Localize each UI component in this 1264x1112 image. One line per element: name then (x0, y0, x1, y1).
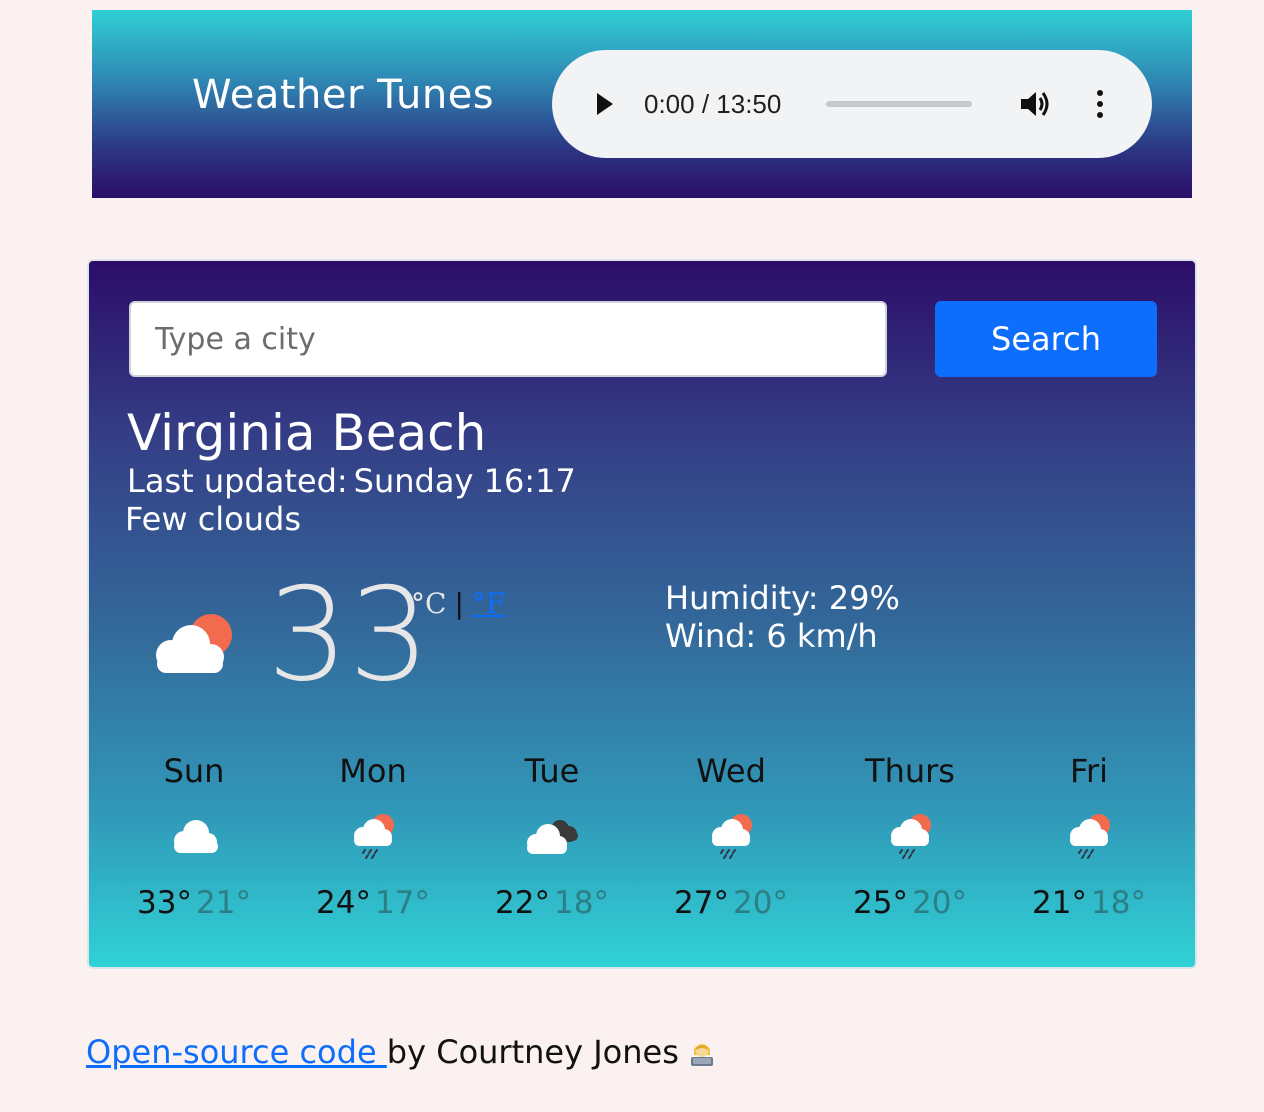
forecast-max: 25° (853, 885, 908, 921)
audio-progress-bar[interactable] (826, 101, 972, 107)
volume-icon[interactable] (1018, 88, 1054, 120)
weather-description: Few clouds (125, 500, 302, 538)
app-title: Weather Tunes (192, 72, 495, 118)
forecast-min: 20° (733, 885, 788, 921)
forecast-day: Tue 22° 18° (462, 751, 642, 923)
rain-sun-icon (1057, 811, 1121, 861)
forecast-max: 33° (137, 885, 192, 921)
last-updated-value: Sunday 16:17 (353, 462, 576, 500)
few-clouds-icon (147, 611, 241, 677)
rain-sun-icon (341, 811, 405, 861)
footer: Open-source code by Courtney Jones (86, 1032, 717, 1072)
forecast-temps: 27° 20° (641, 883, 821, 923)
weather-card: Search Virginia Beach Last updated:Sunda… (87, 259, 1197, 969)
forecast-min: 18° (1091, 885, 1146, 921)
forecast-day-name: Sun (163, 752, 225, 790)
city-name: Virginia Beach (127, 404, 487, 462)
forecast-day: Thurs 25° 20° (820, 751, 1000, 923)
search-button[interactable]: Search (935, 301, 1157, 377)
audio-player[interactable]: 0:00 / 13:50 (552, 50, 1152, 158)
forecast-min: 18° (554, 885, 609, 921)
forecast-row: Sun 33° 21° Mon 24° 17° Tue 22° 18° Wed … (89, 751, 1195, 931)
forecast-day: Wed 27° 20° (641, 751, 821, 923)
forecast-max: 22° (495, 885, 550, 921)
last-updated: Last updated: Sunday 16:17 (127, 461, 576, 501)
forecast-max: 21° (1032, 885, 1087, 921)
forecast-max: 27° (674, 885, 729, 921)
footer-byline: by Courtney Jones (386, 1033, 679, 1071)
humidity: Humidity: 29% (665, 579, 900, 617)
wind-value: 6 km/h (766, 617, 878, 655)
play-icon[interactable] (588, 88, 620, 120)
forecast-day-name: Tue (524, 752, 580, 790)
forecast-day-name: Thurs (865, 752, 955, 790)
more-vert-icon[interactable] (1090, 88, 1110, 120)
forecast-min: 21° (196, 885, 251, 921)
forecast-day-name: Mon (339, 752, 407, 790)
forecast-day: Fri 21° 18° (999, 751, 1179, 923)
cloud-icon (162, 811, 226, 861)
technologist-icon (687, 1036, 717, 1066)
dark-clouds-icon (520, 811, 584, 861)
wind: Wind: 6 km/h (665, 617, 878, 655)
unit-separator: | (454, 587, 464, 620)
wind-label: Wind: (665, 617, 757, 655)
app-header: Weather Tunes 0:00 / 13:50 (92, 10, 1192, 198)
fahrenheit-link[interactable]: °F (472, 587, 505, 620)
rain-sun-icon (699, 811, 763, 861)
forecast-day-name: Fri (1069, 752, 1109, 790)
forecast-max: 24° (316, 885, 371, 921)
humidity-label: Humidity: (665, 579, 819, 617)
forecast-temps: 22° 18° (462, 883, 642, 923)
forecast-day: Sun 33° 21° (104, 751, 284, 923)
celsius-unit: °C (411, 587, 447, 620)
last-updated-label: Last updated: (127, 462, 348, 500)
rain-sun-icon (878, 811, 942, 861)
forecast-day-name: Wed (696, 752, 766, 790)
forecast-min: 20° (912, 885, 967, 921)
forecast-day: Mon 24° 17° (283, 751, 463, 923)
open-source-link[interactable]: Open-source code (86, 1033, 387, 1071)
forecast-temps: 33° 21° (104, 883, 284, 923)
city-search-input[interactable] (129, 301, 887, 377)
forecast-temps: 24° 17° (283, 883, 463, 923)
audio-time-display: 0:00 / 13:50 (644, 89, 782, 119)
humidity-value: 29% (828, 579, 900, 617)
current-temperature: 33 (267, 561, 430, 710)
forecast-min: 17° (375, 885, 430, 921)
forecast-temps: 25° 20° (820, 883, 1000, 923)
forecast-temps: 21° 18° (999, 883, 1179, 923)
unit-toggle: °C | °F (411, 587, 505, 621)
